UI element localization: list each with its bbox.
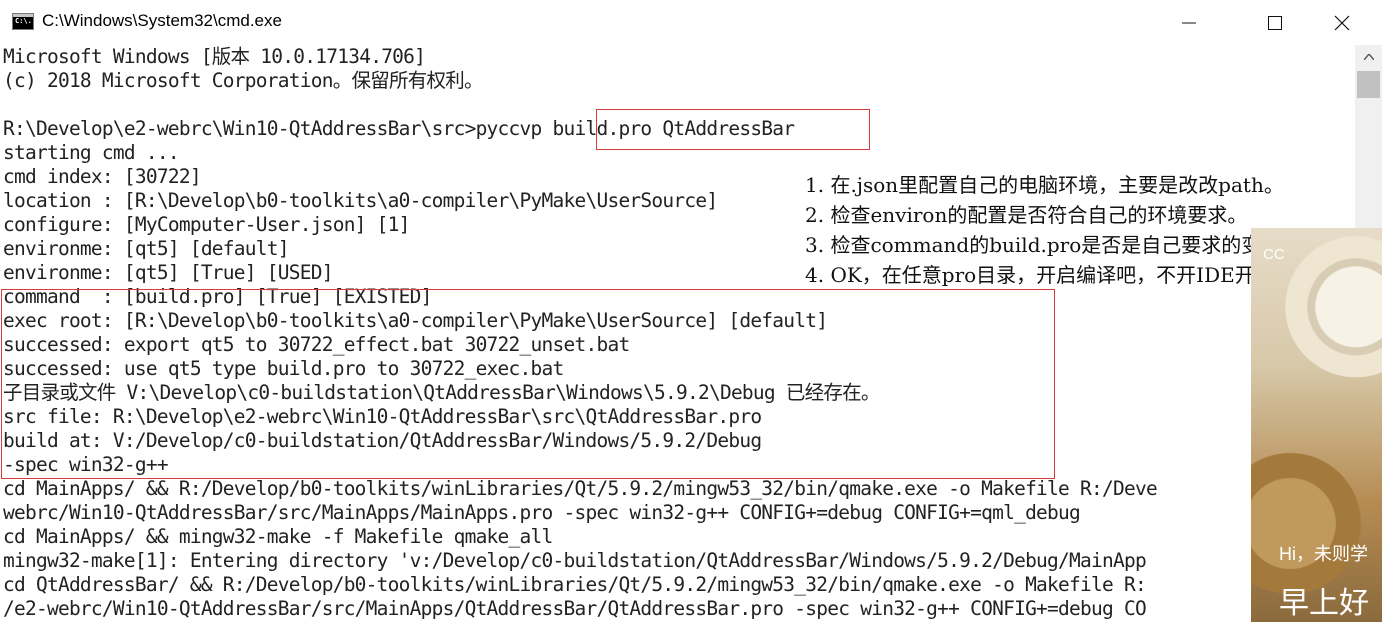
console-output[interactable]: Microsoft Windows [版本 10.0.17134.706] (c… — [0, 45, 1355, 622]
console-line: location : [R:\Develop\b0-toolkits\a0-co… — [3, 189, 718, 212]
title-bar[interactable]: C:\. C:\Windows\System32\cmd.exe — [0, 0, 1382, 45]
console-line: configure: [MyComputer-User.json] [1] — [3, 213, 410, 236]
scroll-thumb[interactable] — [1357, 71, 1380, 98]
console-line: build at: V:/Develop/c0-buildstation/QtA… — [3, 429, 762, 452]
popup-greeting: Hi，未则学 — [1279, 544, 1368, 564]
console-line: cmd index: [30722] — [3, 165, 202, 188]
window-title: C:\Windows\System32\cmd.exe — [42, 11, 282, 30]
console-line: successed: export qt5 to 30722_effect.ba… — [3, 333, 630, 356]
console-line: /e2-webrc/Win10-QtAddressBar/src/MainApp… — [3, 597, 1147, 620]
console-line: 子目录或文件 V:\Develop\c0-buildstation\QtAddr… — [3, 381, 880, 404]
scroll-up-button[interactable] — [1355, 45, 1382, 69]
console-line: environme: [qt5] [default] — [3, 237, 289, 260]
console-line: starting cmd ... — [3, 141, 180, 164]
console-line: (c) 2018 Microsoft Corporation。保留所有权利。 — [3, 69, 483, 92]
notification-popup[interactable]: CC Hi，未则学 早上好 — [1251, 228, 1382, 622]
console-line: environme: [qt5] [True] [USED] — [3, 261, 333, 284]
console-line: R:\Develop\e2-webrc\Win10-QtAddressBar\s… — [3, 117, 795, 140]
console-line: Microsoft Windows [版本 10.0.17134.706] — [3, 45, 426, 68]
chevron-up-icon — [1363, 54, 1374, 60]
minimize-button[interactable] — [1149, 0, 1229, 45]
popup-morning-text: 早上好 — [1279, 587, 1369, 620]
note-item: 1. 在.json里配置自己的电脑环境，主要是改改path。 — [805, 173, 1284, 197]
console-line: successed: use qt5 type build.pro to 307… — [3, 357, 564, 380]
console-line: -spec win32-g++ — [3, 453, 169, 476]
console-line: exec root: [R:\Develop\b0-toolkits\a0-co… — [3, 309, 828, 332]
cmd-icon-text: C:\. — [15, 17, 32, 25]
close-icon — [1334, 15, 1350, 30]
console-line: mingw32-make[1]: Entering directory 'v:/… — [3, 549, 1147, 572]
console-line: command : [build.pro] [True] [EXISTED] — [3, 285, 432, 308]
maximize-icon — [1268, 15, 1282, 30]
popup-top-label: CC — [1263, 246, 1285, 263]
console-line: cd MainApps/ && R:/Develop/b0-toolkits/w… — [3, 477, 1158, 500]
minimize-icon — [1182, 22, 1196, 23]
console-line: cd QtAddressBar/ && R:/Develop/b0-toolki… — [3, 573, 1147, 596]
close-button[interactable] — [1302, 0, 1382, 45]
console-line: webrc/Win10-QtAddressBar/src/MainApps/Ma… — [3, 501, 1081, 524]
console-line: cd MainApps/ && mingw32-make -f Makefile… — [3, 525, 553, 548]
cmd-app-icon[interactable]: C:\. — [12, 13, 34, 30]
note-item: 2. 检查environ的配置是否符合自己的环境要求。 — [805, 203, 1248, 227]
console-line: src file: R:\Develop\e2-webrc\Win10-QtAd… — [3, 405, 762, 428]
